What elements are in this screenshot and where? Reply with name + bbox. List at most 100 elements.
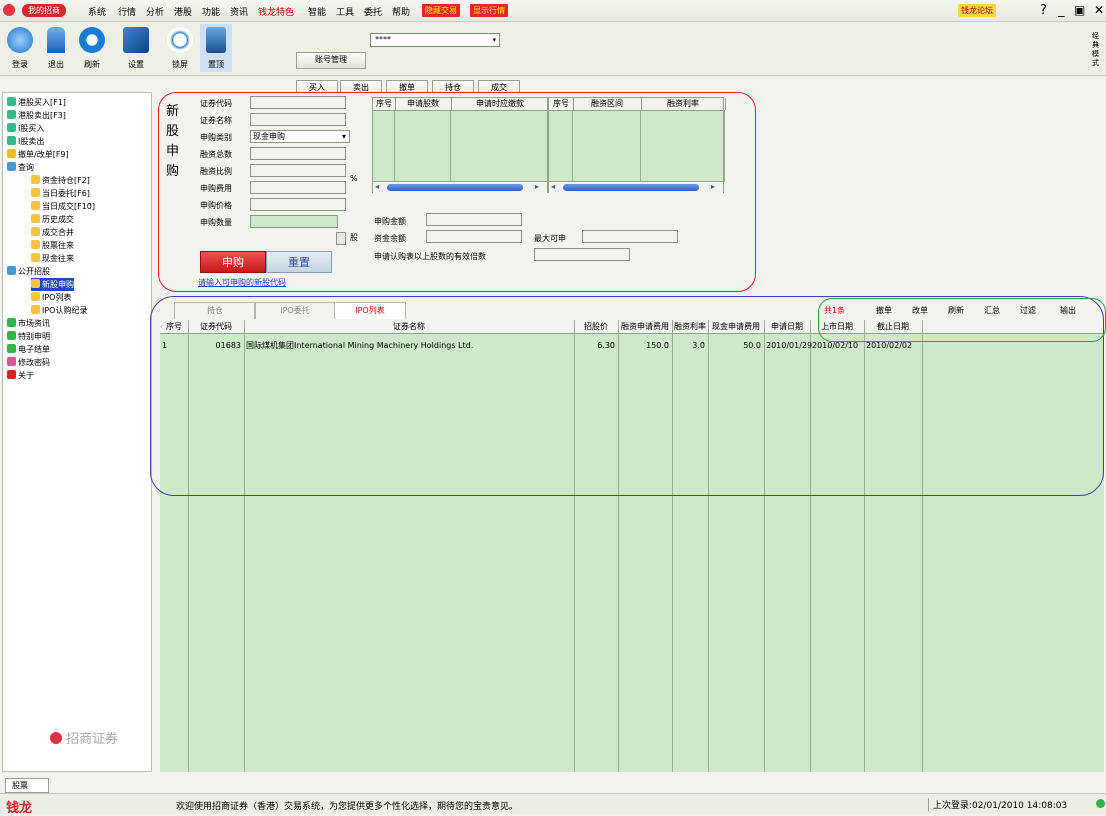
my-cms-menu[interactable]: 我的招商 [22, 4, 66, 17]
tree-item-icon [31, 175, 40, 184]
menu-functions[interactable]: 功能 [202, 5, 220, 18]
account-select[interactable]: **** ▾ [370, 33, 500, 47]
tree-item[interactable]: 港股卖出[F3] [7, 109, 66, 122]
chevron-down-icon: ▾ [492, 36, 496, 44]
tree-item[interactable]: 当日委托[F6] [31, 187, 90, 200]
tree-item-label: 公开招股 [18, 267, 50, 276]
tree-item[interactable]: 电子结单 [7, 343, 50, 356]
tree-item-icon [7, 110, 16, 119]
menu-tools[interactable]: 工具 [336, 5, 354, 18]
tree-item-icon [7, 331, 16, 340]
tree-item-label: I股买入 [18, 124, 45, 133]
show-quotes-button[interactable]: 显示行情 [470, 4, 508, 17]
menu-analysis[interactable]: 分析 [146, 5, 164, 18]
tree-item-icon [7, 123, 16, 132]
welcome-text: 欢迎使用招商证券（香港）交易系统，为您提供更多个性化选择，期待您的宝贵意见。 [176, 802, 519, 812]
tree-item-icon [7, 162, 16, 171]
refresh-label: 刷新 [84, 60, 100, 69]
tree-item[interactable]: 历史成交 [31, 213, 74, 226]
tree-item[interactable]: 资金持仓[F2] [31, 174, 90, 187]
menu-news[interactable]: 资讯 [230, 5, 248, 18]
account-manage-button[interactable]: 账号管理 [296, 52, 366, 69]
tree-item-icon [31, 305, 40, 314]
tree-item-label: 撤单/改单[F9] [18, 150, 69, 159]
pin-top-icon [206, 27, 226, 53]
app-logo-icon [3, 4, 15, 16]
tree-item-icon [31, 240, 40, 249]
refresh-icon [79, 27, 105, 53]
cms-logo-icon [50, 732, 62, 744]
close-icon[interactable]: ✕ [1094, 3, 1104, 17]
tree-item-icon [31, 253, 40, 262]
minimize-icon[interactable]: _ [1058, 3, 1065, 18]
last-login-text: 上次登录:02/01/2010 14:08:03 [928, 798, 1067, 811]
status-bar: 钱龙 欢迎使用招商证券（香港）交易系统，为您提供更多个性化选择，期待您的宝贵意见… [0, 793, 1106, 816]
settings-button[interactable]: 设置 [120, 24, 152, 72]
menu-quotes[interactable]: 行情 [118, 5, 136, 18]
tree-item-icon [7, 357, 16, 366]
menu-orders[interactable]: 委托 [364, 5, 382, 18]
tree-item[interactable]: 修改密码 [7, 356, 50, 369]
tree-item[interactable]: 现金往来 [31, 252, 74, 265]
side-tag[interactable]: 经典模式 [1092, 32, 1102, 68]
tree-item-icon [7, 370, 16, 379]
tree-item[interactable]: 股票往来 [31, 239, 74, 252]
tree-item-label: IPO列表 [42, 293, 72, 302]
tree-item[interactable]: I股卖出 [7, 135, 44, 148]
menu-system[interactable]: 系统 [88, 5, 106, 18]
tree-item-label: 当日成交[F10] [42, 202, 96, 211]
door-icon [47, 27, 65, 53]
tree-item-label: 港股买入[F1] [18, 98, 66, 107]
tree-item[interactable]: 公开招股 [7, 265, 50, 278]
tree-item-label: 查询 [18, 163, 34, 172]
menu-hk-stocks[interactable]: 港股 [174, 5, 192, 18]
tree-item-icon [31, 188, 40, 197]
tree-item-label: 历史成交 [42, 215, 74, 224]
pin-top-button[interactable]: 置顶 [200, 24, 232, 72]
tree-item[interactable]: 查询 [7, 161, 34, 174]
tree-item[interactable]: I股买入 [7, 122, 44, 135]
tree-item[interactable]: 成交合并 [31, 226, 74, 239]
tree-item-label: 市场资讯 [18, 319, 50, 328]
tree-item[interactable]: IPO认购纪录 [31, 304, 87, 317]
tree-item-label: 港股卖出[F3] [18, 111, 66, 120]
cms-logo: 招商证券 [50, 728, 150, 758]
connection-icon [1096, 799, 1105, 808]
menu-help[interactable]: 帮助 [392, 5, 410, 18]
stock-tab[interactable]: 股票 [5, 778, 49, 793]
restore-icon[interactable]: ▣ [1074, 3, 1085, 17]
form-highlight-outline [158, 92, 756, 292]
tree-item[interactable]: IPO列表 [31, 291, 71, 304]
logout-button[interactable]: 退出 [40, 24, 72, 72]
pin-top-label: 置顶 [208, 60, 224, 69]
lock-screen-icon [167, 27, 193, 53]
power-icon [7, 27, 33, 53]
tree-item-icon [31, 292, 40, 301]
refresh-button[interactable]: 刷新 [76, 24, 108, 72]
tree-item-icon [31, 214, 40, 223]
tree-item-icon [7, 136, 16, 145]
tree-item[interactable]: 新股申购 [31, 278, 74, 291]
forum-button[interactable]: 钱龙论坛 [958, 4, 996, 17]
nav-tree: 港股买入[F1] 港股卖出[F3] I股买入 I股卖出撤单/改单[F9] 查询 资金持仓[… [2, 92, 152, 772]
tree-item[interactable]: 特别申明 [7, 330, 50, 343]
tree-item[interactable]: 关于 [7, 369, 34, 382]
tree-item-icon [7, 344, 16, 353]
lock-screen-button[interactable]: 锁屏 [164, 24, 196, 72]
login-button[interactable]: 登录 [4, 24, 36, 72]
hide-trading-button[interactable]: 隐藏交易 [422, 4, 460, 17]
settings-label: 设置 [128, 60, 144, 69]
tree-item-label: 特别申明 [18, 332, 50, 341]
tree-item-icon [31, 201, 40, 210]
tree-item[interactable]: 港股买入[F1] [7, 96, 66, 109]
tree-item[interactable]: 当日成交[F10] [31, 200, 95, 213]
menu-qianlong-special[interactable]: 钱龙特色 [258, 5, 294, 18]
tree-item-label: 股票往来 [42, 241, 74, 250]
tree-item[interactable]: 撤单/改单[F9] [7, 148, 69, 161]
menu-smart[interactable]: 智能 [308, 5, 326, 18]
tree-item-label: 成交合并 [42, 228, 74, 237]
login-label: 登录 [12, 60, 28, 69]
tree-item[interactable]: 市场资讯 [7, 317, 50, 330]
help-icon[interactable]: ? [1040, 3, 1047, 18]
tree-item-label: 资金持仓[F2] [42, 176, 90, 185]
